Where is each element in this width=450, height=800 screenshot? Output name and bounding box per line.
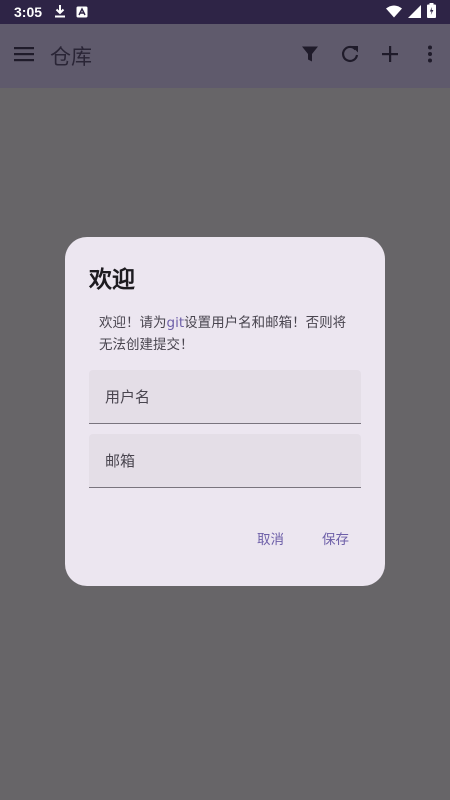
app-bar-actions	[290, 36, 450, 76]
battery-icon	[427, 2, 436, 22]
add-icon	[381, 45, 399, 67]
filter-icon	[301, 45, 319, 67]
status-bar: 3:05	[0, 0, 450, 24]
screen: 3:05 仓库 欢迎 欢迎！请为git设置用户名和邮箱！否则将无法创建提交！ 用…	[0, 0, 450, 800]
wifi-icon	[386, 3, 402, 22]
email-field[interactable]: 邮箱	[89, 434, 361, 488]
refresh-icon	[340, 44, 360, 68]
menu-button[interactable]	[12, 44, 36, 68]
download-icon	[54, 3, 66, 22]
email-placeholder: 邮箱	[105, 452, 136, 470]
app-bar: 仓库	[0, 24, 450, 88]
status-system-icons	[386, 2, 436, 22]
dialog-message-prefix: 欢迎！请为	[99, 315, 167, 331]
more-options-button[interactable]	[410, 36, 450, 76]
add-button[interactable]	[370, 36, 410, 76]
more-vert-icon	[427, 45, 433, 67]
dialog-message: 欢迎！请为git设置用户名和邮箱！否则将无法创建提交！	[89, 312, 361, 356]
welcome-dialog: 欢迎 欢迎！请为git设置用户名和邮箱！否则将无法创建提交！ 用户名 邮箱 取消…	[65, 237, 385, 586]
cancel-button[interactable]: 取消	[245, 520, 296, 556]
dialog-title: 欢迎	[89, 267, 135, 293]
save-button[interactable]: 保存	[310, 520, 361, 556]
username-placeholder: 用户名	[105, 388, 151, 406]
dialog-actions: 取消 保存	[245, 520, 361, 556]
menu-icon	[14, 46, 34, 66]
status-time: 3:05	[14, 4, 43, 20]
status-notification-icons	[54, 3, 88, 22]
signal-icon	[408, 3, 421, 22]
username-field[interactable]: 用户名	[89, 370, 361, 424]
page-title: 仓库	[50, 45, 92, 69]
dialog-message-git: git	[166, 315, 185, 331]
refresh-button[interactable]	[330, 36, 370, 76]
filter-button[interactable]	[290, 36, 330, 76]
app-notification-icon	[76, 3, 88, 22]
